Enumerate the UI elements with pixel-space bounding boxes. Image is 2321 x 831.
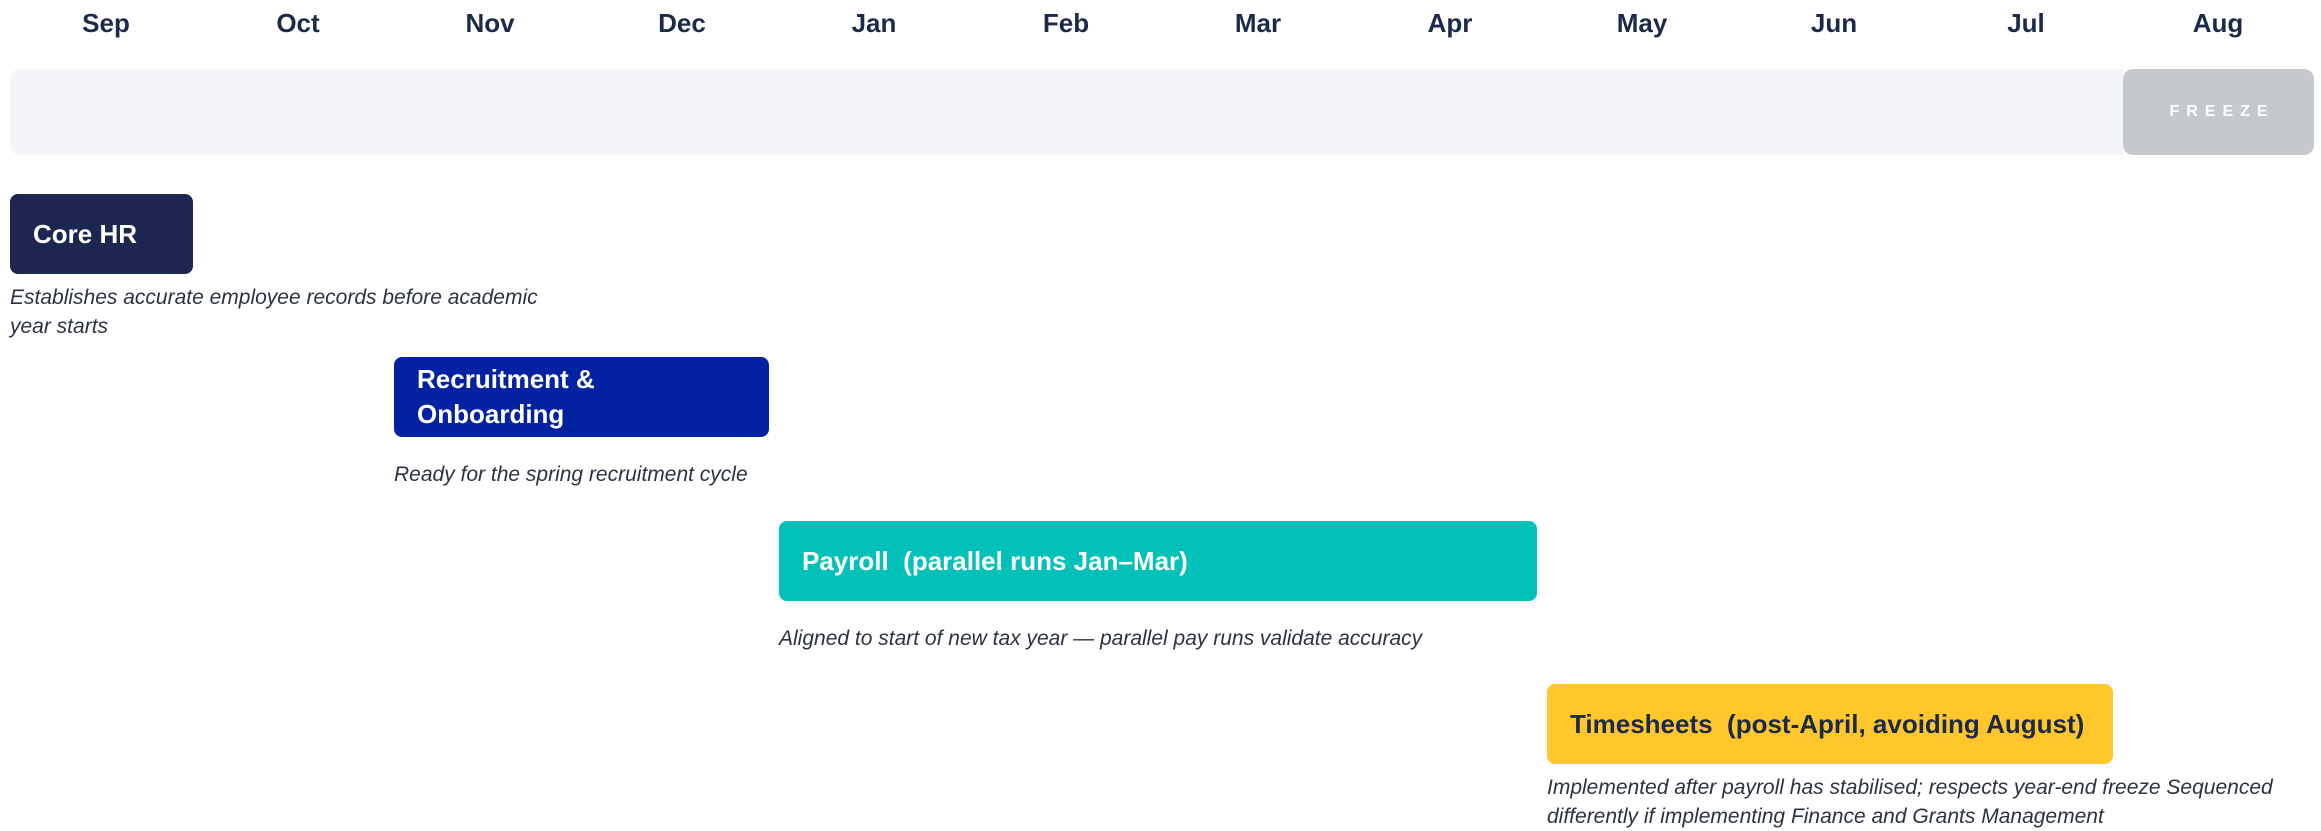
phase-label-timesheets: Timesheets (post-April, avoiding August) [1570,708,2085,739]
month-label-nov: Nov [465,8,515,38]
month-label-may: May [1616,8,1668,38]
phase-note-timesheets: Implemented after payroll has stabilised… [1547,776,2273,828]
phase-label-payroll: Payroll (parallel runs Jan–Mar) [802,545,1188,576]
phase-bar-core-hr: Core HR [10,194,193,274]
month-label-jan: Jan [851,8,897,38]
phase-label-recruitment-onboarding: Recruitment & Onboarding [417,364,595,429]
phase-note-core-hr: Establishes accurate employee records be… [10,286,538,338]
month-label-jul: Jul [2007,8,2045,38]
freeze-label: FREEZE [2169,103,2275,120]
month-label-feb: Feb [1042,8,1090,38]
phase-bar-timesheets: Timesheets (post-April, avoiding August) [1547,684,2113,764]
month-label-dec: Dec [658,8,706,38]
phase-note-recruitment-onboarding: Ready for the spring recruitment cycle [394,463,748,486]
month-label-jun: Jun [1810,8,1858,38]
month-label-oct: Oct [276,8,320,38]
month-label-sep: Sep [82,8,130,38]
month-label-aug: Aug [2192,8,2244,38]
phase-label-core-hr: Core HR [33,218,138,249]
month-label-mar: Mar [1234,8,1282,38]
phase-note-payroll: Aligned to start of new tax year — paral… [779,627,1423,650]
month-label-apr: Apr [1427,8,1473,38]
phase-bar-payroll: Payroll (parallel runs Jan–Mar) [779,521,1537,601]
phase-bar-recruitment-onboarding: Recruitment & Onboarding [394,357,769,437]
timeline-band [10,69,2123,155]
freeze-block: FREEZE [2123,69,2314,155]
